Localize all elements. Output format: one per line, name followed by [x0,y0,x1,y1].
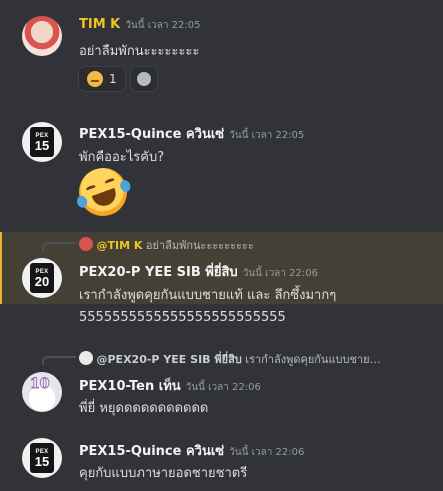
author-name[interactable]: PEX15-Quince ควินเซ่ วันนี้ เวลา 22:06 [79,440,304,461]
rofl-emoji-icon[interactable] [72,161,134,223]
avatar-badge: PEX 15 [30,443,54,473]
reply-preview[interactable]: @PEX20-P YEE SIB พี่ยี่สิบ เรากำลังพูดคุ… [79,350,429,368]
reply-avatar [79,351,93,365]
emoji-mouth [91,187,120,210]
author-name-text[interactable]: PEX15-Quince ควินเซ่ [79,127,224,142]
reply-preview[interactable]: @TIM K อย่าลืมพักนะะะะะะะะะ [79,236,254,254]
emoji-tear [118,178,133,194]
message-text: เรากำลังพูดคุยกันแบบชายแท้ และ ลึกซึ้งมา… [79,288,337,303]
avatar[interactable] [22,16,62,56]
reply-avatar [79,237,93,251]
emoji-tear [75,194,89,210]
reply-author[interactable]: @TIM K [97,239,143,252]
badge-num: 20 [34,273,50,289]
avatar[interactable]: PEX 15 [22,438,62,478]
message-text: พี่ยี่ หยุดดดดดดดดดดด [79,401,209,416]
author-name-text[interactable]: TIM K [79,17,120,32]
emoji-eye [85,184,97,192]
avatar[interactable]: 10 [22,372,62,412]
smile-icon [136,72,151,86]
timestamp: วันนี้ เวลา 22:06 [185,382,261,393]
badge-num: 15 [34,453,50,469]
message-text: พักคืออะไรคับ? [79,150,165,165]
reply-text[interactable]: เรากำลังพูดคุยกันแบบชาย… [245,353,380,366]
avatar-badge: PEX 15 [30,127,54,157]
avatar-number: 10 [29,376,50,393]
author-name[interactable]: PEX15-Quince ควินเซ่ วันนี้ เวลา 22:05 [79,123,304,144]
reaction-thinking[interactable]: 1 [78,66,126,92]
author-name[interactable]: PEX10-Ten เท็น วันนี้ เวลา 22:06 [79,375,261,396]
reply-text[interactable]: อย่าลืมพักนะะะะะะะะะ [146,239,254,252]
message-text-2: 5555555555555555555555555 [79,310,286,325]
thinking-face-icon [87,71,103,87]
add-reaction-button[interactable] [129,66,158,92]
reply-spine [42,356,76,365]
author-name-text[interactable]: PEX20-P YEE SIB พี่ยี่สิบ [79,265,238,280]
avatar-badge: PEX 20 [30,263,54,293]
author-name-text[interactable]: PEX10-Ten เท็น [79,379,181,394]
avatar[interactable]: PEX 15 [22,122,62,162]
author-name[interactable]: TIM K วันนี้ เวลา 22:05 [79,17,201,33]
timestamp: วันนี้ เวลา 22:05 [125,20,201,31]
emoji-eye [104,177,116,185]
badge-num: 15 [34,137,50,153]
timestamp: วันนี้ เวลา 22:06 [242,268,318,279]
reply-spine [42,242,76,251]
reply-author[interactable]: @PEX20-P YEE SIB พี่ยี่สิบ [97,353,242,366]
author-name-text[interactable]: PEX15-Quince ควินเซ่ [79,444,224,459]
timestamp: วันนี้ เวลา 22:06 [229,447,305,458]
message-text: อย่าลืมพักนะะะะะะะะ [79,44,200,59]
author-name[interactable]: PEX20-P YEE SIB พี่ยี่สิบ วันนี้ เวลา 22:… [79,261,318,282]
reaction-bar: 1 [78,66,158,92]
reaction-count: 1 [109,72,117,86]
message-text: คุยกับแบบภาษายอดชายชาตรี [79,466,248,481]
timestamp: วันนี้ เวลา 22:05 [229,130,305,141]
avatar[interactable]: PEX 20 [22,258,62,298]
